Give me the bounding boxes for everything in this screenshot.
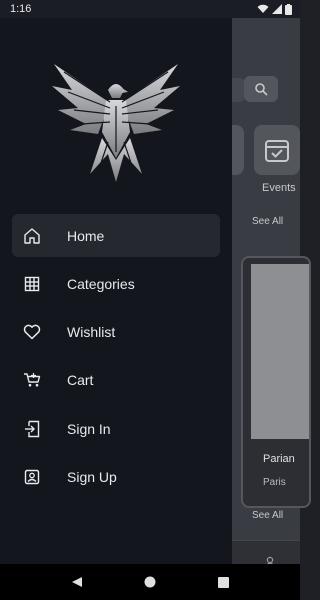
menu-label: Wishlist: [67, 324, 116, 341]
menu-item-categories[interactable]: Categories: [12, 262, 220, 305]
back-icon: [71, 577, 82, 587]
listing-image: [251, 264, 309, 439]
menu-item-home[interactable]: Home: [12, 214, 220, 257]
menu-item-sign-in[interactable]: Sign In: [12, 407, 220, 450]
category-tile-events[interactable]: [254, 125, 300, 175]
calendar-icon: [265, 140, 289, 162]
home-circle-icon: [144, 576, 156, 588]
menu-item-sign-up[interactable]: Sign Up: [12, 455, 220, 498]
menu-label: Categories: [67, 275, 135, 292]
heart-icon: [12, 324, 52, 340]
category-label: Events: [262, 182, 296, 194]
sign-in-icon: [12, 420, 52, 438]
drawer-menu: Home Categories Wishlist Cart Sign In Si…: [12, 214, 220, 504]
wifi-icon: [257, 4, 269, 13]
back-button[interactable]: [62, 567, 92, 597]
grid-icon: [12, 276, 52, 292]
status-bar: 1:16: [0, 0, 300, 18]
menu-item-cart[interactable]: Cart: [12, 359, 220, 402]
status-icons: [257, 3, 292, 15]
system-navigation-bar: [0, 564, 300, 600]
search-field[interactable]: [232, 78, 244, 102]
recents-icon: [217, 576, 229, 588]
navigation-drawer: Home Categories Wishlist Cart Sign In Si…: [0, 18, 232, 564]
listing-card[interactable]: Parian Paris: [241, 256, 311, 508]
menu-label: Sign In: [67, 420, 111, 437]
eagle-logo: [52, 64, 180, 182]
sign-up-icon: [12, 469, 52, 485]
menu-label: Home: [67, 227, 105, 244]
see-all-link[interactable]: See All: [252, 510, 283, 521]
home-button[interactable]: [135, 567, 165, 597]
listing-title: Parian: [263, 453, 295, 465]
signal-icon: [272, 4, 282, 14]
menu-item-wishlist[interactable]: Wishlist: [12, 311, 220, 354]
listing-location: Paris: [263, 477, 286, 488]
search-button[interactable]: [244, 76, 278, 102]
home-icon: [12, 227, 52, 245]
status-time: 1:16: [10, 3, 32, 15]
search-icon: [255, 83, 268, 96]
see-all-link[interactable]: See All: [252, 216, 283, 227]
battery-icon: [285, 3, 292, 15]
menu-label: Cart: [67, 372, 94, 389]
recents-button[interactable]: [208, 567, 238, 597]
menu-label: Sign Up: [67, 468, 117, 485]
cart-icon: [12, 372, 52, 388]
